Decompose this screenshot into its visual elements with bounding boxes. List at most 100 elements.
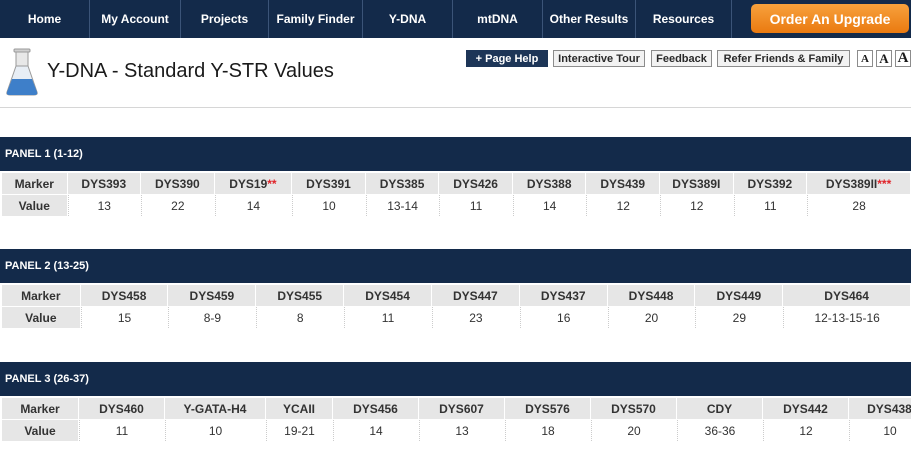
marker-row: Marker DYS393 DYS390 DYS19** DYS391 DYS385 DYS…	[2, 173, 910, 194]
value-row-label: Value	[2, 307, 80, 328]
marker-cell: DYS392	[733, 173, 807, 194]
marker-cell: DYS456	[333, 398, 418, 419]
marker-cell: DYS388	[512, 173, 586, 194]
marker-cell: DYS391	[292, 173, 365, 194]
value-row: Value 15 8-9 8 11 23 16 20 29 12-13-15-16	[2, 307, 910, 328]
marker-row-label: Marker	[2, 173, 67, 194]
marker-cell: DYS442	[763, 398, 848, 419]
marker-cell: DYS447	[431, 285, 519, 306]
panel-1-table: Marker DYS393 DYS390 DYS19** DYS391 DYS385 DYS…	[1, 172, 911, 217]
marker-name: YCAII	[282, 401, 315, 416]
value-cell: 14	[333, 420, 418, 441]
marker-cell: DYS576	[505, 398, 590, 419]
value-cell: 13	[67, 195, 141, 216]
nav-resources[interactable]: Resources	[636, 0, 732, 38]
order-upgrade-button[interactable]: Order An Upgrade	[751, 4, 909, 33]
marker-name: DYS455	[277, 288, 323, 303]
value-cell: 18	[505, 420, 590, 441]
value-cell: 36-36	[677, 420, 762, 441]
marker-name: DYS447	[453, 288, 498, 303]
marker-cell: DYS438	[849, 398, 911, 419]
marker-cell: DYS385	[365, 173, 439, 194]
marker-name: DYS392	[747, 176, 793, 191]
marker-cell: DYS454	[344, 285, 431, 306]
marker-cell: DYS439	[586, 173, 660, 194]
value-cell: 12	[763, 420, 848, 441]
value-cell: 8	[256, 307, 344, 328]
marker-row-label: Marker	[2, 398, 78, 419]
page-help-button[interactable]: + Page Help	[466, 50, 548, 67]
font-size-small-button[interactable]: A	[857, 50, 873, 67]
nav-other-results[interactable]: Other Results	[543, 0, 636, 38]
nav-y-dna[interactable]: Y-DNA	[363, 0, 453, 38]
nav-projects[interactable]: Projects	[181, 0, 269, 38]
value-row-label: Value	[2, 195, 67, 216]
value-cell: 22	[141, 195, 214, 216]
marker-cell: DYS390	[141, 173, 214, 194]
marker-cell: DYS449	[695, 285, 783, 306]
nav-my-account[interactable]: My Account	[90, 0, 181, 38]
footnote-marker[interactable]: ***	[877, 177, 891, 191]
marker-name: DYS570	[611, 401, 656, 416]
marker-name: DYS459	[189, 288, 235, 303]
value-cell: 12	[586, 195, 660, 216]
marker-name: DYS388	[526, 176, 572, 191]
value-cell: 16	[519, 307, 607, 328]
font-size-large-button[interactable]: A	[895, 50, 911, 67]
marker-cell: CDY	[677, 398, 762, 419]
font-size-medium-button[interactable]: A	[876, 50, 892, 67]
value-cell: 20	[607, 307, 695, 328]
value-cell: 10	[292, 195, 365, 216]
marker-cell: DYS459	[168, 285, 256, 306]
marker-row-label: Marker	[2, 285, 80, 306]
footnote-marker[interactable]: **	[267, 177, 276, 191]
nav-family-finder[interactable]: Family Finder	[269, 0, 363, 38]
marker-name: DYS576	[525, 401, 570, 416]
marker-name: DYS439	[600, 176, 646, 191]
refer-friends-button[interactable]: Refer Friends & Family	[717, 50, 850, 67]
value-cell: 19-21	[266, 420, 332, 441]
value-cell: 14	[214, 195, 292, 216]
value-cell: 8-9	[168, 307, 256, 328]
value-cell: 11	[439, 195, 512, 216]
value-cell: 10	[165, 420, 265, 441]
marker-cell: DYS460	[79, 398, 164, 419]
feedback-button[interactable]: Feedback	[651, 50, 712, 67]
value-cell: 15	[80, 307, 168, 328]
value-row: Value 11 10 19-21 14 13 18 20 36-36 12 10	[2, 420, 911, 441]
marker-cell: DYS426	[439, 173, 512, 194]
marker-name: DYS458	[101, 288, 147, 303]
marker-cell: DYS455	[256, 285, 344, 306]
value-row-label: Value	[2, 420, 78, 441]
value-cell: 13	[419, 420, 504, 441]
value-cell: 13-14	[365, 195, 439, 216]
nav-home[interactable]: Home	[0, 0, 90, 38]
marker-cell: DYS607	[419, 398, 504, 419]
header-divider	[0, 107, 911, 108]
marker-name: DYS389I	[672, 176, 721, 191]
interactive-tour-button[interactable]: Interactive Tour	[553, 50, 645, 67]
value-cell: 29	[695, 307, 783, 328]
panel-3-header: PANEL 3 (26-37)	[0, 362, 911, 396]
marker-name: DYS19	[229, 176, 268, 191]
flask-icon	[6, 48, 38, 96]
marker-name: Y-GATA-H4	[183, 401, 247, 416]
panel-2-table: Marker DYS458 DYS459 DYS455 DYS454 DYS447 DYS4…	[1, 284, 911, 329]
marker-cell: DYS437	[519, 285, 607, 306]
marker-name: DYS390	[154, 176, 200, 191]
marker-name: DYS391	[306, 176, 351, 191]
marker-name: DYS442	[783, 401, 828, 416]
marker-name: DYS393	[81, 176, 127, 191]
marker-cell: DYS393	[67, 173, 141, 194]
marker-cell: DYS19**	[214, 173, 292, 194]
marker-name: DYS464	[824, 288, 869, 303]
marker-row: Marker DYS460 Y-GATA-H4 YCAII DYS456 DYS607 DY…	[2, 398, 911, 419]
marker-name: DYS448	[628, 288, 674, 303]
nav-mtdna[interactable]: mtDNA	[453, 0, 543, 38]
marker-cell: DYS464	[783, 285, 910, 306]
marker-name: DYS385	[379, 176, 425, 191]
marker-name: DYS438	[867, 401, 911, 416]
marker-name: DYS460	[99, 401, 144, 416]
marker-cell: DYS389II***	[807, 173, 910, 194]
marker-name: DYS607	[439, 401, 484, 416]
